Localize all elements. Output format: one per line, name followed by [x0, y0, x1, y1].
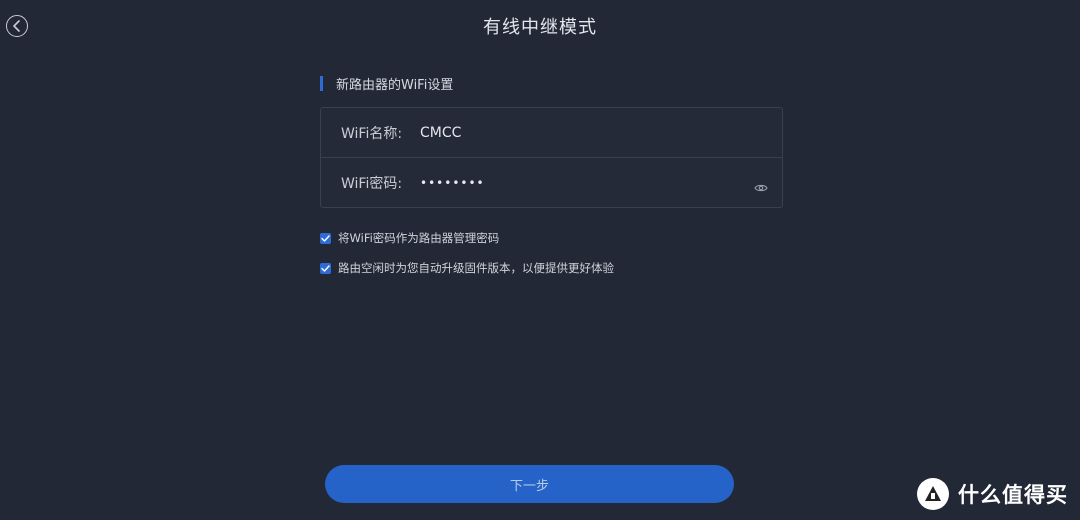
checkbox-checked-icon[interactable]	[320, 232, 331, 244]
password-label: WiFi密码:	[341, 175, 403, 192]
password-input[interactable]: ••••••••	[420, 176, 762, 190]
option-label: 路由空闲时为您自动升级固件版本，以便提供更好体验	[338, 261, 614, 275]
option-use-wifi-password[interactable]: 将WiFi密码作为路由器管理密码	[320, 230, 783, 246]
ssid-row: WiFi名称: CMCC	[321, 108, 782, 157]
page-title: 有线中继模式	[483, 17, 597, 38]
wifi-settings-section: 新路由器的WiFi设置 WiFi名称: CMCC WiFi密码: •••••••…	[320, 74, 783, 290]
eye-icon[interactable]	[754, 178, 768, 191]
next-step-button[interactable]: 下一步	[325, 465, 734, 503]
section-accent-bar	[320, 75, 323, 91]
checkbox-checked-icon[interactable]	[320, 262, 331, 274]
section-title: 新路由器的WiFi设置	[336, 77, 454, 93]
option-label: 将WiFi密码作为路由器管理密码	[338, 231, 500, 245]
wifi-form-card: WiFi名称: CMCC WiFi密码: ••••••••	[320, 107, 783, 208]
options-list: 将WiFi密码作为路由器管理密码 路由空闲时为您自动升级固件版本，以便提供更好体…	[320, 230, 783, 276]
ssid-input[interactable]: CMCC	[420, 125, 762, 141]
section-header: 新路由器的WiFi设置	[320, 74, 783, 93]
password-row: WiFi密码: ••••••••	[321, 157, 782, 207]
watermark-logo	[917, 478, 949, 510]
ssid-label: WiFi名称:	[341, 125, 403, 142]
option-auto-upgrade[interactable]: 路由空闲时为您自动升级固件版本，以便提供更好体验	[320, 260, 783, 276]
watermark-text: 什么值得买	[958, 483, 1068, 507]
watermark: 什么值得买	[917, 478, 1068, 510]
